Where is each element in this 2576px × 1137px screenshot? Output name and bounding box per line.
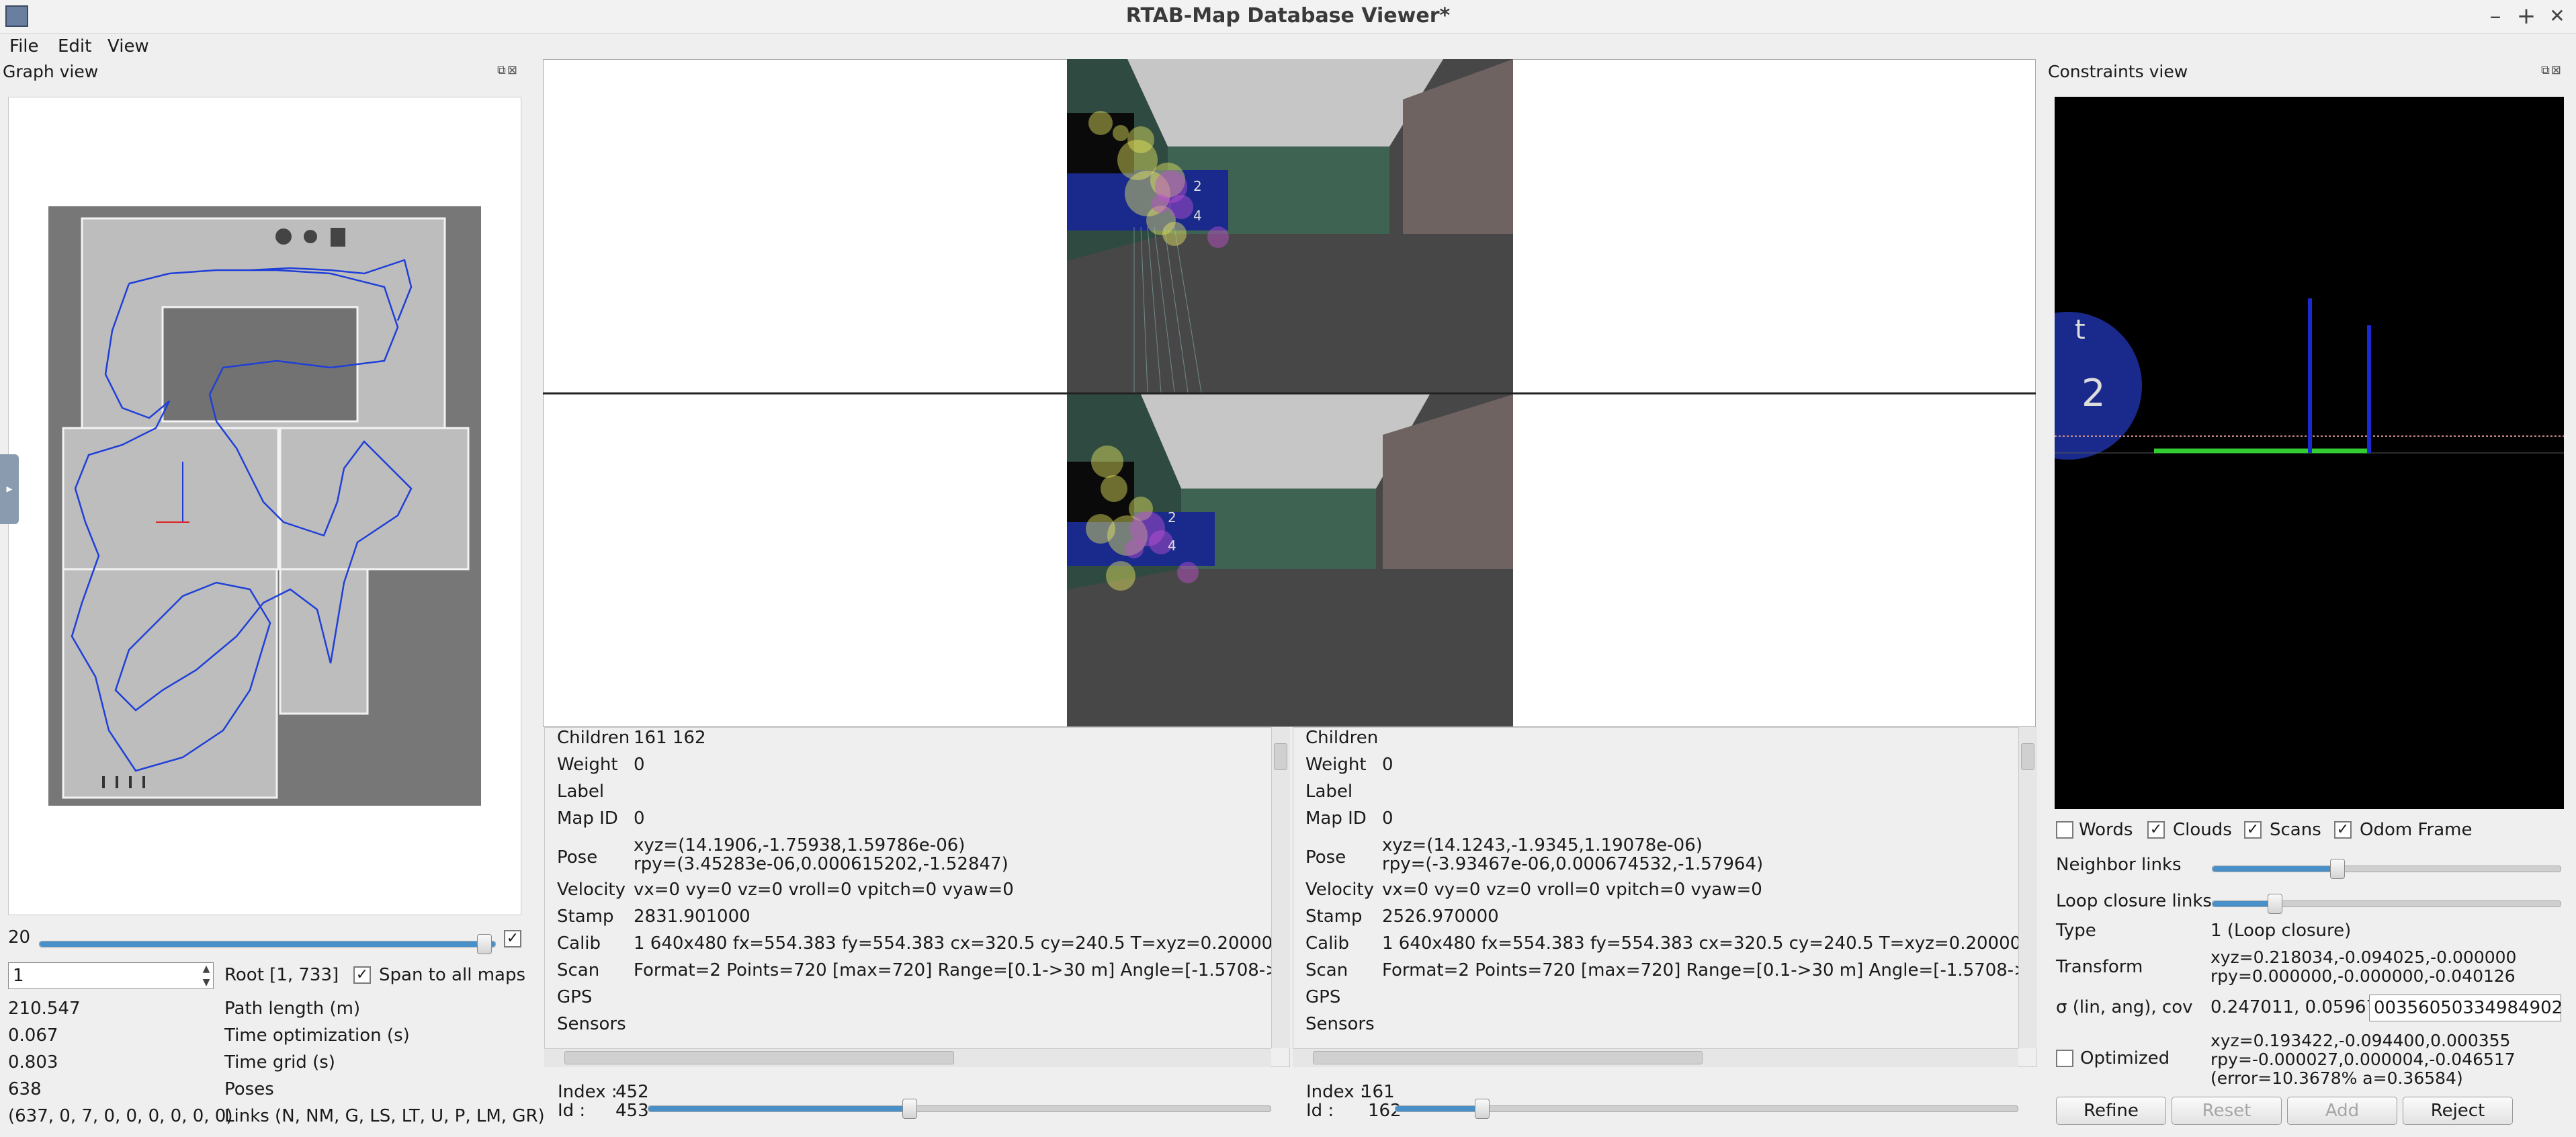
constraints-view-dock-buttons[interactable]: ⧉⊠	[2541, 63, 2572, 79]
constraints-svg: 2 t	[2055, 97, 2564, 809]
optimized-xyz: xyz=0.193422,-0.094400,0.000355	[2210, 1031, 2511, 1050]
constraints-3d-view[interactable]: 2 t	[2055, 97, 2564, 809]
root-spinbox-arrows[interactable]: ▲ ▼	[199, 962, 214, 989]
loop-closure-links-slider-handle[interactable]	[2267, 894, 2282, 914]
odom-frame-checkbox[interactable]: ✓	[2334, 821, 2352, 839]
reject-button[interactable]: Reject	[2403, 1097, 2513, 1125]
graph-view-dock-buttons[interactable]: ⧉⊠	[497, 63, 528, 79]
path-length-label: Path length (m)	[224, 999, 361, 1019]
links-label: Links (N, NM, G, LS, LT, U, P, LM, GR)	[224, 1106, 545, 1126]
node-info-panel-right[interactable]: Children Weight 0 Label Map ID 0 Pose xyz=…	[1293, 727, 2037, 1067]
scans-label: Scans	[2270, 820, 2321, 840]
graph-slider[interactable]	[39, 941, 496, 948]
menu-bar: File Edit View	[0, 34, 2576, 59]
right-index-value: 161	[1361, 1082, 1395, 1102]
scans-checkbox[interactable]: ✓	[2244, 821, 2262, 839]
left-index-slider[interactable]	[648, 1105, 1271, 1112]
neighbor-links-slider-handle[interactable]	[2330, 859, 2346, 879]
sigma-label: σ (lin, ang), cov	[2056, 997, 2193, 1017]
window-title: RTAB-Map Database Viewer*	[1125, 4, 1451, 28]
clouds-checkbox[interactable]: ✓	[2147, 821, 2165, 839]
right-index-label: Index :	[1306, 1082, 1366, 1102]
menu-edit[interactable]: Edit	[55, 34, 94, 59]
left-index-slider-handle[interactable]	[902, 1099, 917, 1119]
side-collapse-tab[interactable]: ▸	[0, 454, 19, 524]
graph-slider-value: 20	[8, 927, 31, 948]
loop-closure-links-label: Loop closure links	[2056, 891, 2212, 911]
optimized-checkbox[interactable]	[2056, 1050, 2073, 1067]
reset-button[interactable]: Reset	[2172, 1097, 2282, 1125]
optimized-rpy: rpy=-0.000027,0.000004,-0.046517	[2210, 1050, 2516, 1069]
time-grid-label: Time grid (s)	[224, 1052, 335, 1072]
optimized-label: Optimized	[2080, 1048, 2170, 1068]
sigma-value: 0.247011, 0.05967	[2210, 997, 2378, 1017]
neighbor-links-slider[interactable]	[2212, 866, 2561, 872]
left-id-value: 453	[615, 1101, 649, 1121]
maximize-button[interactable]: +	[2511, 1, 2541, 31]
type-value: 1 (Loop closure)	[2210, 921, 2352, 941]
menu-view[interactable]: View	[105, 34, 152, 59]
time-optimization-label: Time optimization (s)	[224, 1025, 410, 1046]
root-label: Root [1, 733]	[224, 965, 339, 985]
right-index-slider-handle[interactable]	[1474, 1099, 1490, 1119]
type-label: Type	[2056, 921, 2096, 941]
bottom-scene-svg: 2 4	[1067, 394, 1513, 726]
neighbor-links-label: Neighbor links	[2056, 855, 2182, 875]
transform-label: Transform	[2056, 957, 2143, 977]
constraints-view-title: Constraints view	[2048, 62, 2188, 81]
optimized-error: (error=10.3678% a=0.36584)	[2210, 1068, 2463, 1088]
transform-rpy: rpy=0.000000,-0.000000,-0.040126	[2210, 966, 2516, 986]
svg-text:t: t	[2075, 314, 2086, 345]
loop-closure-links-slider[interactable]	[2212, 900, 2561, 907]
map-svg	[48, 206, 481, 806]
minimize-button[interactable]: –	[2481, 1, 2510, 31]
image-view-bottom[interactable]: 2 4	[1067, 394, 1513, 726]
menu-file[interactable]: File	[7, 34, 42, 59]
add-button[interactable]: Add	[2287, 1097, 2397, 1125]
svg-text:2: 2	[1193, 178, 1202, 194]
words-checkbox[interactable]	[2056, 821, 2073, 839]
node-info-panel-left[interactable]: Children 161 162 Weight 0 Label Map ID 0 Po…	[544, 727, 1290, 1067]
image-view-top[interactable]: 2 4	[1067, 59, 1513, 392]
right-info-hscroll[interactable]	[1293, 1048, 2018, 1067]
svg-text:4: 4	[1168, 538, 1176, 554]
svg-text:2: 2	[1168, 509, 1176, 525]
right-id-label: Id :	[1306, 1101, 1334, 1121]
close-button[interactable]: ✕	[2542, 1, 2572, 31]
covariance-field[interactable]: 0035605033498490231	[2369, 995, 2561, 1021]
path-length-value: 210.547	[8, 999, 81, 1019]
words-label: Words	[2079, 820, 2133, 840]
svg-text:4: 4	[1193, 208, 1202, 224]
left-index-label: Index :	[558, 1082, 617, 1102]
odom-frame-label: Odom Frame	[2360, 820, 2473, 840]
transform-xyz: xyz=0.218034,-0.094025,-0.000000	[2210, 948, 2517, 967]
left-info-vscroll[interactable]	[1271, 727, 1290, 1048]
graph-slider-checkbox[interactable]: ✓	[504, 930, 521, 948]
graph-view-title: Graph view	[3, 62, 99, 81]
svg-text:2: 2	[2081, 372, 2106, 415]
root-spinbox[interactable]: 1	[8, 962, 214, 989]
poses-value: 638	[8, 1079, 42, 1099]
title-bar: RTAB-Map Database Viewer* – + ✕	[0, 0, 2576, 34]
time-grid-value: 0.803	[8, 1052, 58, 1072]
right-info-vscroll[interactable]	[2018, 727, 2037, 1048]
time-optimization-value: 0.067	[8, 1025, 58, 1046]
poses-label: Poses	[224, 1079, 274, 1099]
links-value: (637, 0, 7, 0, 0, 0, 0, 0, 0)	[8, 1106, 233, 1126]
span-all-maps-checkbox[interactable]: ✓	[353, 966, 371, 984]
left-info-hscroll[interactable]	[544, 1048, 1271, 1067]
clouds-label: Clouds	[2173, 820, 2232, 840]
refine-button[interactable]: Refine	[2056, 1097, 2166, 1125]
graph-slider-handle[interactable]	[477, 934, 492, 954]
occupancy-grid-map	[48, 206, 481, 806]
left-id-label: Id :	[558, 1101, 586, 1121]
top-scene-svg: 2 4	[1067, 59, 1513, 392]
span-all-maps-label: Span to all maps	[379, 965, 526, 985]
left-index-value: 452	[615, 1082, 649, 1102]
